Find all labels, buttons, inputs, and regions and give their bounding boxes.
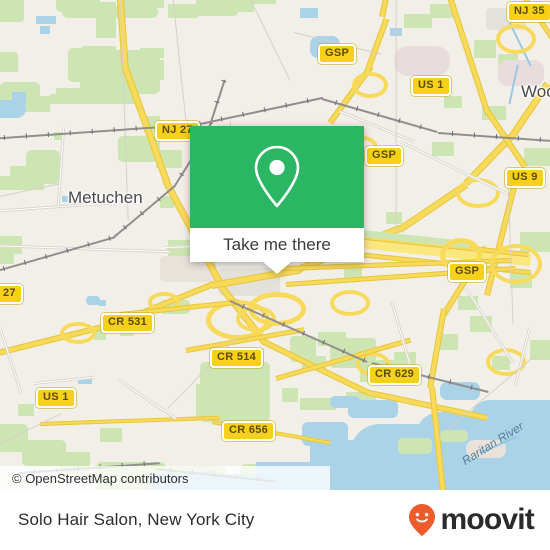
place-label: Metuchen xyxy=(68,188,143,207)
attribution-text: © OpenStreetMap contributors xyxy=(12,470,189,486)
place-label: Wood xyxy=(521,82,550,101)
map-page: NJ 35 GSP US 1 NJ 27 GSP US 9 GSP 27 CR 531 CR 51… xyxy=(0,0,550,550)
moovit-pin-smiley-icon xyxy=(409,504,436,536)
destination-popup[interactable]: Take me there xyxy=(190,126,364,274)
location-title: Solo Hair Salon, New York City xyxy=(18,510,255,529)
map-attribution[interactable]: © OpenStreetMap contributors xyxy=(0,466,330,490)
moovit-wordmark: moovit xyxy=(440,503,534,536)
highway-shield: GSP xyxy=(448,262,487,282)
take-me-there-label: Take me there xyxy=(223,235,331,254)
highway-shield: 27 xyxy=(0,284,23,304)
popup-tail xyxy=(263,262,291,274)
map-canvas[interactable]: NJ 35 GSP US 1 NJ 27 GSP US 9 GSP 27 CR 531 CR 51… xyxy=(0,0,550,490)
popup-header xyxy=(190,126,364,228)
highway-shield: GSP xyxy=(365,146,404,166)
map-pin-icon xyxy=(254,145,300,208)
highway-shield: CR 629 xyxy=(368,365,422,385)
moovit-brand[interactable]: moovit xyxy=(407,503,535,537)
water-label: Raritan River xyxy=(459,418,527,468)
highway-shield: GSP xyxy=(318,44,357,64)
highway-shield: US 9 xyxy=(505,168,545,188)
highway-shield: CR 531 xyxy=(101,313,155,333)
popup-footer[interactable]: Take me there xyxy=(190,228,364,262)
highway-shield: CR 656 xyxy=(222,421,276,441)
page-footer: Solo Hair Salon, New York City moovit xyxy=(0,490,550,550)
highway-shield: US 1 xyxy=(36,388,76,408)
highway-shield: US 1 xyxy=(411,76,451,96)
highway-shield: CR 514 xyxy=(210,348,264,368)
highway-shield: NJ 35 xyxy=(507,2,550,22)
